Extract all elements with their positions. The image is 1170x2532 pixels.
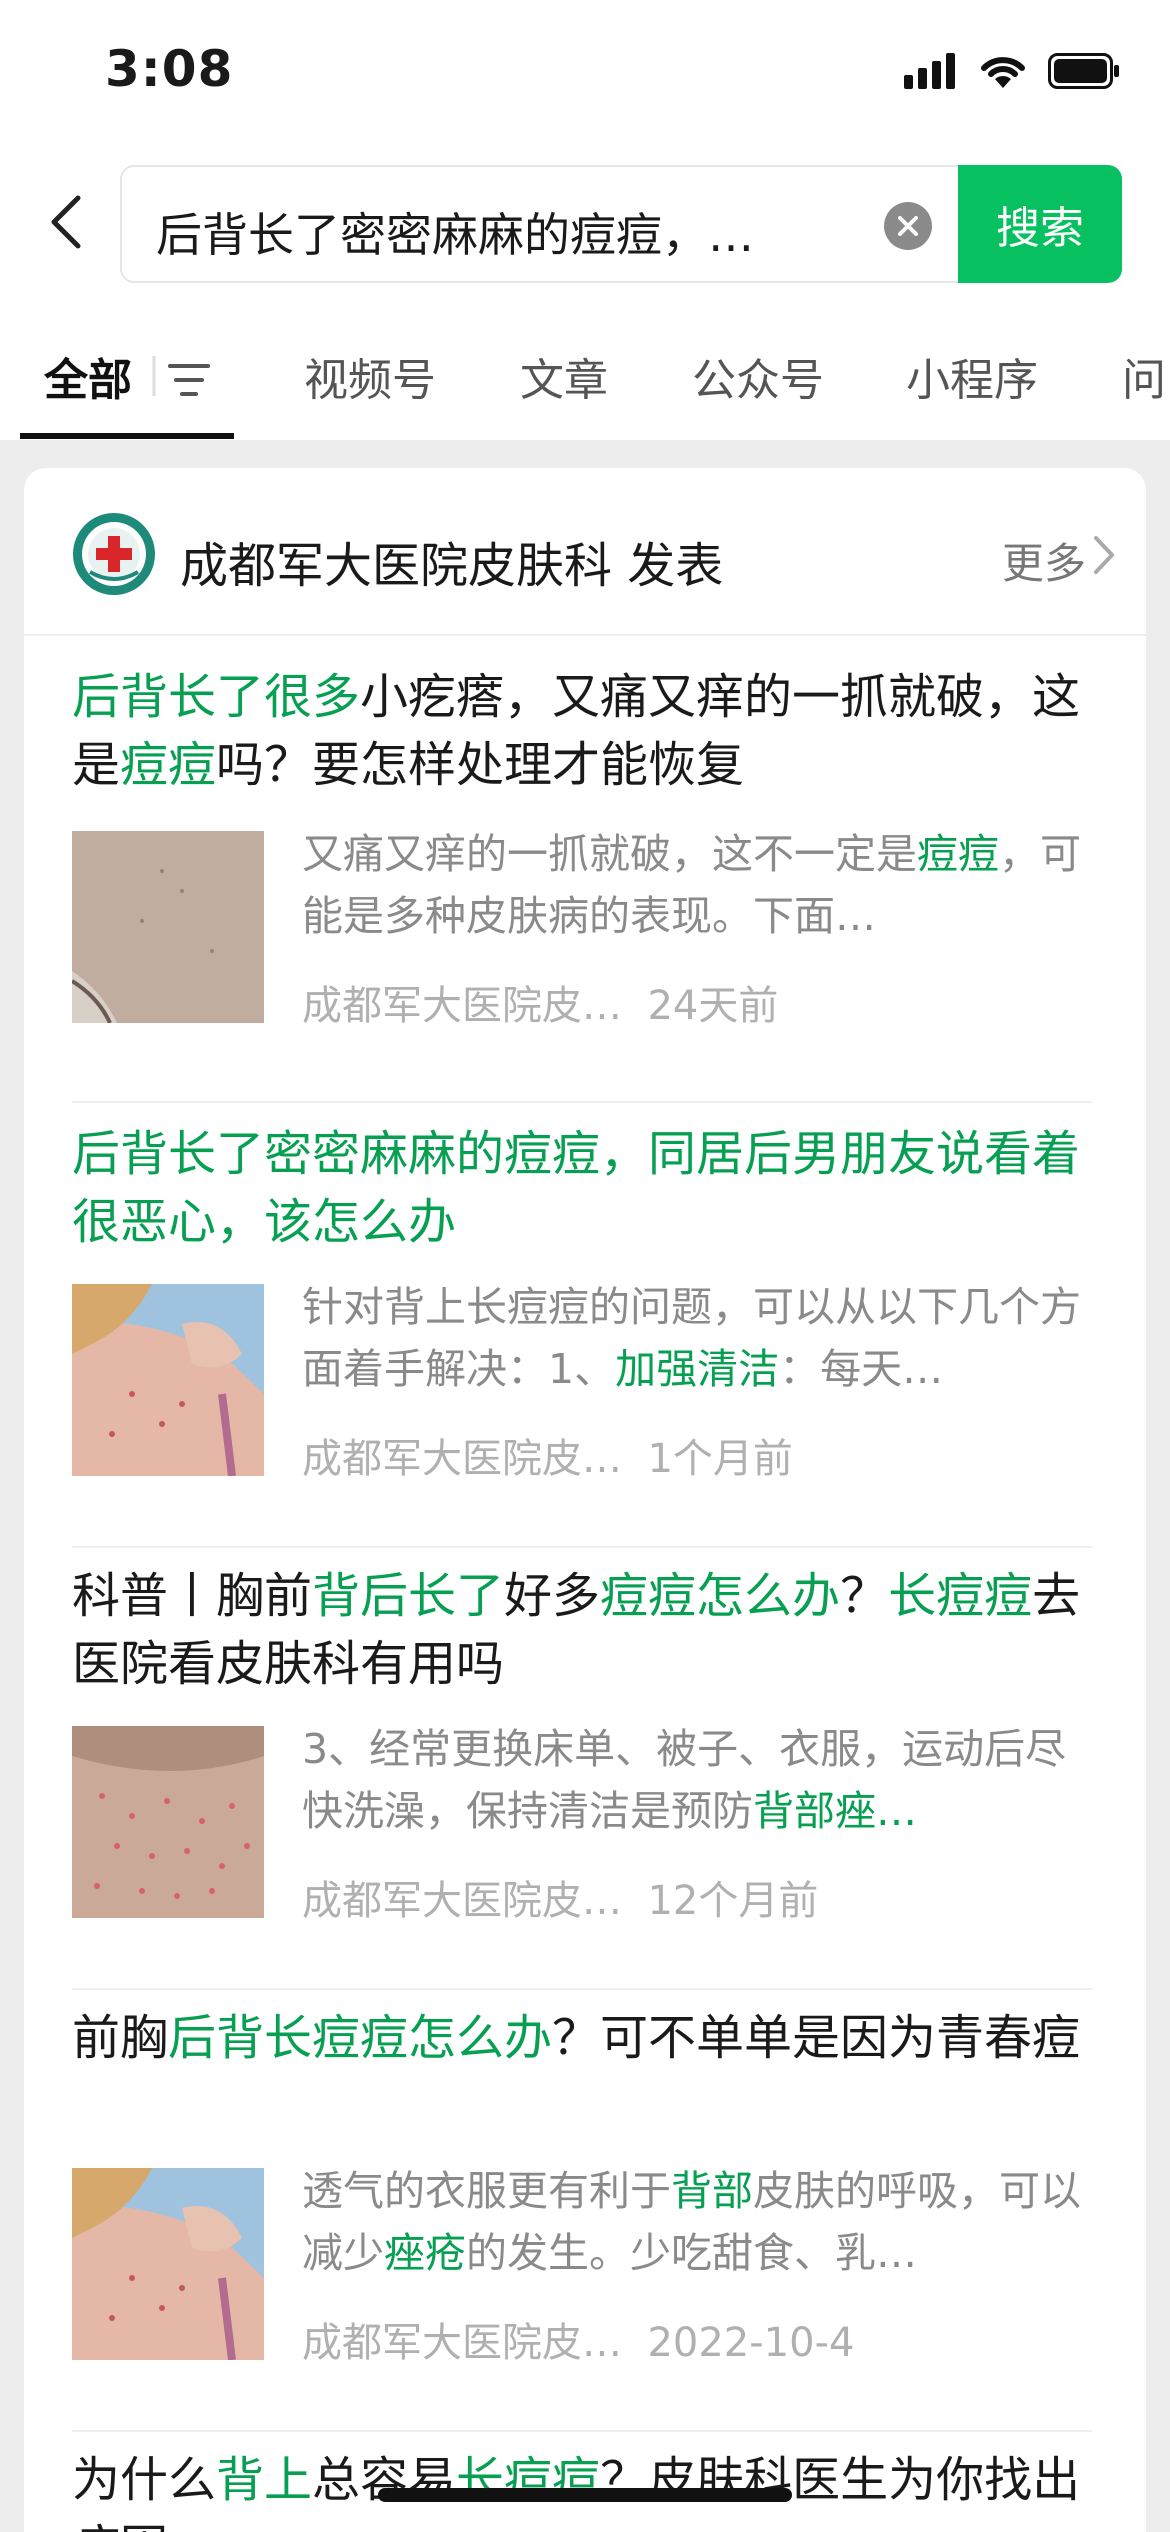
result-item[interactable]: 前胸后背长痘痘怎么办？可不单单是因为青春痘 透气的衣服更有利于背部皮肤的呼吸，可… — [72, 1992, 1092, 2432]
text-segment: ？ — [840, 1568, 889, 1624]
result-meta: 成都军大医院皮… 24天前 — [302, 973, 778, 1031]
result-date: 12个月前 — [647, 1878, 819, 1924]
result-snippet: 透气的衣服更有利于背部皮肤的呼吸，可以减少痤疮的发生。少吃甜食、乳… — [302, 2160, 1092, 2284]
keyword-highlight: 后背长痘痘怎么办 — [168, 2010, 553, 2066]
result-meta: 成都军大医院皮… 2022-10-4 — [302, 2310, 854, 2368]
result-item[interactable]: 为什么背上总容易长痘痘？皮肤科医生为你找出病因 — [72, 2434, 1092, 2532]
back-button[interactable] — [36, 187, 96, 257]
text-segment: 科普丨胸前 — [72, 1568, 313, 1624]
text-segment: 吗？要怎样处理才能恢复 — [216, 737, 745, 793]
result-source: 成都军大医院皮… — [302, 2320, 622, 2366]
text-segment: ：每天… — [779, 1345, 944, 1393]
keyword-highlight: 长痘痘 — [888, 1568, 1033, 1624]
text-segment: 为什么 — [72, 2452, 217, 2508]
keyword-highlight: 加强清洁 — [615, 1345, 780, 1393]
status-time: 3:08 — [105, 40, 234, 98]
tab-all[interactable]: 全部 — [44, 344, 132, 408]
keyword-highlight: 背后长了 — [312, 1568, 505, 1624]
result-thumbnail — [72, 2168, 264, 2360]
text-segment: ？可不单单是因为青春痘 — [552, 2010, 1081, 2066]
search-button[interactable]: 搜索 — [958, 165, 1122, 283]
result-date: 2022-10-4 — [647, 2320, 855, 2366]
result-snippet: 又痛又痒的一抓就破，这不一定是痘痘，可能是多种皮肤病的表现。下面… — [302, 823, 1092, 947]
status-bar: 3:08 — [0, 0, 1170, 150]
wifi-icon — [981, 57, 1025, 88]
result-source: 成都军大医院皮… — [302, 1436, 622, 1482]
text-segment: 又痛又痒的一抓就破，这不一定是 — [302, 830, 917, 878]
tab-bar: 全部 视频号 文章 公众号 小程序 问 — [0, 330, 1170, 440]
result-thumbnail — [72, 1726, 264, 1918]
result-date: 1个月前 — [647, 1436, 793, 1482]
keyword-highlight: 痤疮 — [384, 2229, 466, 2277]
close-icon — [898, 216, 918, 236]
keyword-highlight: 背上 — [216, 2452, 313, 2508]
result-source: 成都军大医院皮… — [302, 983, 622, 1029]
result-thumbnail — [72, 831, 264, 1023]
chevron-right-icon — [1094, 536, 1114, 574]
account-header[interactable]: 成都军大医院皮肤科 发表 更多 — [24, 468, 1146, 636]
result-date: 24天前 — [647, 983, 779, 1029]
tab-questions[interactable]: 问 — [1122, 344, 1166, 408]
result-source: 成都军大医院皮… — [302, 1878, 622, 1924]
text-segment: 透气的衣服更有利于 — [302, 2167, 671, 2215]
result-title[interactable]: 前胸后背长痘痘怎么办？可不单单是因为青春痘 — [72, 2004, 1092, 2072]
header-area: 3:08 后背长了密密麻麻的痘痘，… 搜索 全部 视频号 文章 公众号 小程序 … — [0, 0, 1170, 440]
filter-button[interactable] — [150, 352, 214, 408]
filter-icon — [152, 356, 210, 396]
keyword-highlight: 痘痘 — [917, 830, 999, 878]
search-input[interactable]: 后背长了密密麻麻的痘痘，… — [120, 165, 960, 283]
active-tab-indicator — [20, 433, 234, 439]
tab-channels[interactable]: 视频号 — [304, 344, 436, 408]
text-segment: 好多 — [504, 1568, 601, 1624]
text-segment: 前胸 — [72, 2010, 169, 2066]
keyword-highlight: 背部痤… — [753, 1787, 917, 1835]
keyword-highlight: 背部 — [671, 2167, 753, 2215]
text-segment: 3、经常更换床单、被子、衣服，运动后尽快洗澡，保持清洁是预防 — [302, 1725, 1067, 1835]
result-meta: 成都军大医院皮… 1个月前 — [302, 1426, 793, 1484]
result-snippet: 3、经常更换床单、被子、衣服，运动后尽快洗澡，保持清洁是预防背部痤… — [302, 1718, 1092, 1842]
result-snippet: 针对背上长痘痘的问题，可以从以下几个方面着手解决：1、加强清洁：每天… — [302, 1276, 1092, 1400]
more-link[interactable]: 更多 — [1002, 530, 1086, 591]
result-title[interactable]: 后背长了很多小疙瘩，又痛又痒的一抓就破，这是痘痘吗？要怎样处理才能恢复 — [72, 663, 1092, 799]
signal-icon — [904, 53, 955, 89]
tab-official-accounts[interactable]: 公众号 — [692, 344, 824, 408]
results-card: 成都军大医院皮肤科 发表 更多 后背长了很多小疙瘩，又痛又痒的一抓就破，这是痘痘… — [24, 468, 1146, 2532]
account-name: 成都军大医院皮肤科 发表 — [180, 538, 724, 594]
keyword-highlight: 后背长了很多 — [72, 669, 361, 725]
text-segment: 的发生。少吃甜食、乳… — [466, 2229, 917, 2277]
result-item[interactable]: 后背长了密密麻麻的痘痘，同居后男朋友说看着很恶心，该怎么办 针对背上长痘痘的问题… — [72, 1108, 1092, 1548]
result-thumbnail — [72, 1284, 264, 1476]
search-row: 后背长了密密麻麻的痘痘，… 搜索 — [0, 165, 1170, 285]
search-query-text[interactable]: 后背长了密密麻麻的痘痘，… — [156, 199, 846, 265]
keyword-highlight: 后背长了密密麻麻的痘痘，同居后男朋友说看着很恶心，该怎么办 — [72, 1126, 1081, 1250]
system-icons — [904, 52, 1120, 90]
result-meta: 成都军大医院皮… 12个月前 — [302, 1868, 818, 1926]
result-title[interactable]: 科普丨胸前背后长了好多痘痘怎么办？长痘痘去医院看皮肤科有用吗 — [72, 1562, 1092, 1698]
back-arrow-icon — [51, 195, 81, 249]
tab-mini-programs[interactable]: 小程序 — [906, 344, 1038, 408]
result-item[interactable]: 后背长了很多小疙瘩，又痛又痒的一抓就破，这是痘痘吗？要怎样处理才能恢复 又痛又痒… — [72, 663, 1092, 1103]
battery-icon — [1048, 53, 1119, 89]
tab-articles[interactable]: 文章 — [520, 344, 608, 408]
home-indicator[interactable] — [378, 2488, 792, 2502]
keyword-highlight: 痘痘怎么办 — [600, 1568, 841, 1624]
clear-search-button[interactable] — [884, 202, 932, 250]
hospital-logo-icon — [73, 513, 155, 595]
keyword-highlight: 痘痘 — [120, 737, 217, 793]
result-item[interactable]: 科普丨胸前背后长了好多痘痘怎么办？长痘痘去医院看皮肤科有用吗 3、经常更换床单、… — [72, 1550, 1092, 1990]
result-title[interactable]: 后背长了密密麻麻的痘痘，同居后男朋友说看着很恶心，该怎么办 — [72, 1120, 1092, 1256]
